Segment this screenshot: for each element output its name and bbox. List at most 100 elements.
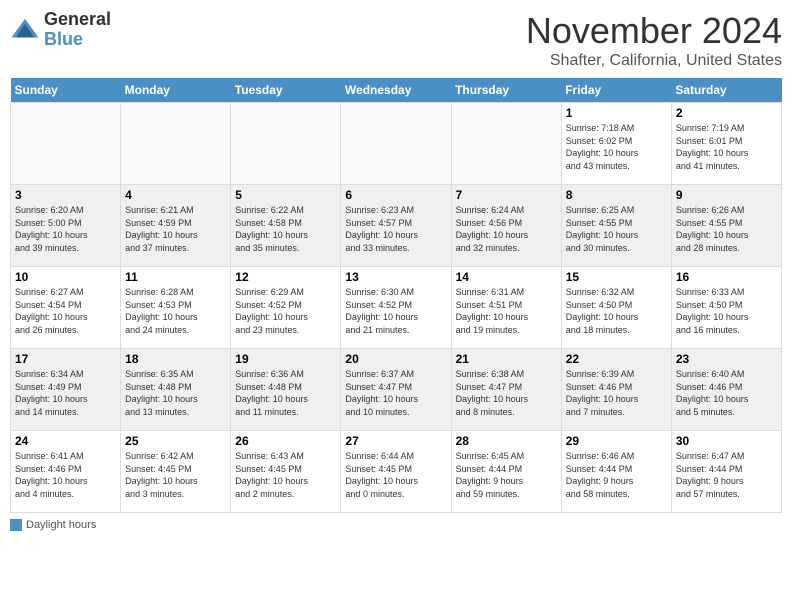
location-title: Shafter, California, United States (526, 52, 782, 70)
day-number: 28 (456, 434, 557, 448)
calendar-week-1: 1 Sunrise: 7:18 AM Sunset: 6:02 PM Daylig… (11, 103, 782, 185)
calendar-day: 22 Sunrise: 6:39 AM Sunset: 4:46 PM Dayli… (561, 349, 671, 431)
day-info: Sunrise: 6:36 AM Sunset: 4:48 PM Dayligh… (235, 368, 336, 418)
day-info: Sunrise: 6:40 AM Sunset: 4:46 PM Dayligh… (676, 368, 777, 418)
day-info: Sunrise: 6:37 AM Sunset: 4:47 PM Dayligh… (345, 368, 446, 418)
day-info: Sunrise: 6:27 AM Sunset: 4:54 PM Dayligh… (15, 286, 116, 336)
calendar-day: 16 Sunrise: 6:33 AM Sunset: 4:50 PM Dayli… (671, 267, 781, 349)
day-number: 6 (345, 188, 446, 202)
day-info: Sunrise: 6:21 AM Sunset: 4:59 PM Dayligh… (125, 204, 226, 254)
day-number: 17 (15, 352, 116, 366)
month-title: November 2024 (526, 10, 782, 52)
calendar-day: 15Sunrise: 6:32 AM Sunset: 4:50 PM Dayli… (561, 267, 671, 349)
day-number: 26 (235, 434, 336, 448)
day-info: Sunrise: 6:45 AM Sunset: 4:44 PM Dayligh… (456, 450, 557, 500)
calendar-day: 20 Sunrise: 6:37 AM Sunset: 4:47 PM Dayli… (341, 349, 451, 431)
day-number: 22 (566, 352, 667, 366)
day-info: Sunrise: 6:29 AM Sunset: 4:52 PM Dayligh… (235, 286, 336, 336)
day-number: 9 (676, 188, 777, 202)
calendar-day: 21Sunrise: 6:38 AM Sunset: 4:47 PM Dayli… (451, 349, 561, 431)
day-number: 25 (125, 434, 226, 448)
calendar-day: 11 Sunrise: 6:28 AM Sunset: 4:53 PM Dayli… (121, 267, 231, 349)
calendar-day: 28 Sunrise: 6:45 AM Sunset: 4:44 PM Dayli… (451, 431, 561, 513)
calendar-day: 25 Sunrise: 6:42 AM Sunset: 4:45 PM Dayli… (121, 431, 231, 513)
day-info: Sunrise: 6:28 AM Sunset: 4:53 PM Dayligh… (125, 286, 226, 336)
weekday-header-sunday: Sunday (11, 78, 121, 103)
calendar-day: 5 Sunrise: 6:22 AM Sunset: 4:58 PM Daylig… (231, 185, 341, 267)
day-info: Sunrise: 7:18 AM Sunset: 6:02 PM Dayligh… (566, 122, 667, 172)
calendar-day (121, 103, 231, 185)
legend-item: Daylight hours (10, 519, 782, 531)
logo: General Blue (10, 10, 111, 50)
logo-general-label: General (44, 10, 111, 30)
day-info: Sunrise: 7:19 AM Sunset: 6:01 PM Dayligh… (676, 122, 777, 172)
calendar-day: 17Sunrise: 6:34 AM Sunset: 4:49 PM Dayli… (11, 349, 121, 431)
calendar-day: 4 Sunrise: 6:21 AM Sunset: 4:59 PM Daylig… (121, 185, 231, 267)
day-number: 3 (15, 188, 116, 202)
day-number: 4 (125, 188, 226, 202)
day-number: 7 (456, 188, 557, 202)
weekday-header-friday: Friday (561, 78, 671, 103)
calendar-day: 14Sunrise: 6:31 AM Sunset: 4:51 PM Dayli… (451, 267, 561, 349)
day-number: 27 (345, 434, 446, 448)
calendar-week-3: 10 Sunrise: 6:27 AM Sunset: 4:54 PM Dayli… (11, 267, 782, 349)
day-info: Sunrise: 6:42 AM Sunset: 4:45 PM Dayligh… (125, 450, 226, 500)
day-info: Sunrise: 6:35 AM Sunset: 4:48 PM Dayligh… (125, 368, 226, 418)
logo-icon (10, 15, 40, 45)
day-number: 18 (125, 352, 226, 366)
day-info: Sunrise: 6:39 AM Sunset: 4:46 PM Dayligh… (566, 368, 667, 418)
calendar-day: 18 Sunrise: 6:35 AM Sunset: 4:48 PM Dayli… (121, 349, 231, 431)
day-info: Sunrise: 6:41 AM Sunset: 4:46 PM Dayligh… (15, 450, 116, 500)
day-number: 24 (15, 434, 116, 448)
day-info: Sunrise: 6:47 AM Sunset: 4:44 PM Dayligh… (676, 450, 777, 500)
logo-text: General Blue (44, 10, 111, 50)
day-number: 11 (125, 270, 226, 284)
day-number: 2 (676, 106, 777, 120)
day-number: 12 (235, 270, 336, 284)
calendar-day (341, 103, 451, 185)
weekday-header-row: SundayMondayTuesdayWednesdayThursdayFrid… (11, 78, 782, 103)
calendar-day: 1 Sunrise: 7:18 AM Sunset: 6:02 PM Daylig… (561, 103, 671, 185)
weekday-header-monday: Monday (121, 78, 231, 103)
calendar-day: 10 Sunrise: 6:27 AM Sunset: 4:54 PM Dayli… (11, 267, 121, 349)
calendar-day: 13 Sunrise: 6:30 AM Sunset: 4:52 PM Dayli… (341, 267, 451, 349)
day-number: 14 (456, 270, 557, 284)
day-number: 16 (676, 270, 777, 284)
day-number: 1 (566, 106, 667, 120)
day-info: Sunrise: 6:20 AM Sunset: 5:00 PM Dayligh… (15, 204, 116, 254)
calendar-day: 2 Sunrise: 7:19 AM Sunset: 6:01 PM Daylig… (671, 103, 781, 185)
day-number: 8 (566, 188, 667, 202)
day-info: Sunrise: 6:46 AM Sunset: 4:44 PM Dayligh… (566, 450, 667, 500)
calendar-day (11, 103, 121, 185)
calendar-day (231, 103, 341, 185)
day-info: Sunrise: 6:22 AM Sunset: 4:58 PM Dayligh… (235, 204, 336, 254)
calendar-day: 7Sunrise: 6:24 AM Sunset: 4:56 PM Daylig… (451, 185, 561, 267)
calendar-day: 26Sunrise: 6:43 AM Sunset: 4:45 PM Dayli… (231, 431, 341, 513)
page-header: General Blue November 2024 Shafter, Cali… (10, 10, 782, 70)
day-info: Sunrise: 6:30 AM Sunset: 4:52 PM Dayligh… (345, 286, 446, 336)
day-info: Sunrise: 6:26 AM Sunset: 4:55 PM Dayligh… (676, 204, 777, 254)
calendar-table: SundayMondayTuesdayWednesdayThursdayFrid… (10, 78, 782, 513)
weekday-header-tuesday: Tuesday (231, 78, 341, 103)
title-block: November 2024 Shafter, California, Unite… (526, 10, 782, 70)
day-number: 13 (345, 270, 446, 284)
legend: Daylight hours (10, 519, 782, 531)
day-number: 5 (235, 188, 336, 202)
legend-label: Daylight hours (26, 519, 96, 531)
calendar-day: 9 Sunrise: 6:26 AM Sunset: 4:55 PM Daylig… (671, 185, 781, 267)
day-info: Sunrise: 6:38 AM Sunset: 4:47 PM Dayligh… (456, 368, 557, 418)
calendar-day: 8Sunrise: 6:25 AM Sunset: 4:55 PM Daylig… (561, 185, 671, 267)
day-info: Sunrise: 6:33 AM Sunset: 4:50 PM Dayligh… (676, 286, 777, 336)
weekday-header-thursday: Thursday (451, 78, 561, 103)
day-number: 20 (345, 352, 446, 366)
calendar-day: 23 Sunrise: 6:40 AM Sunset: 4:46 PM Dayli… (671, 349, 781, 431)
day-number: 29 (566, 434, 667, 448)
day-number: 15 (566, 270, 667, 284)
day-number: 23 (676, 352, 777, 366)
legend-color-box (10, 519, 22, 531)
day-info: Sunrise: 6:23 AM Sunset: 4:57 PM Dayligh… (345, 204, 446, 254)
calendar-day: 29 Sunrise: 6:46 AM Sunset: 4:44 PM Dayli… (561, 431, 671, 513)
day-number: 10 (15, 270, 116, 284)
calendar-day: 19Sunrise: 6:36 AM Sunset: 4:48 PM Dayli… (231, 349, 341, 431)
day-number: 30 (676, 434, 777, 448)
